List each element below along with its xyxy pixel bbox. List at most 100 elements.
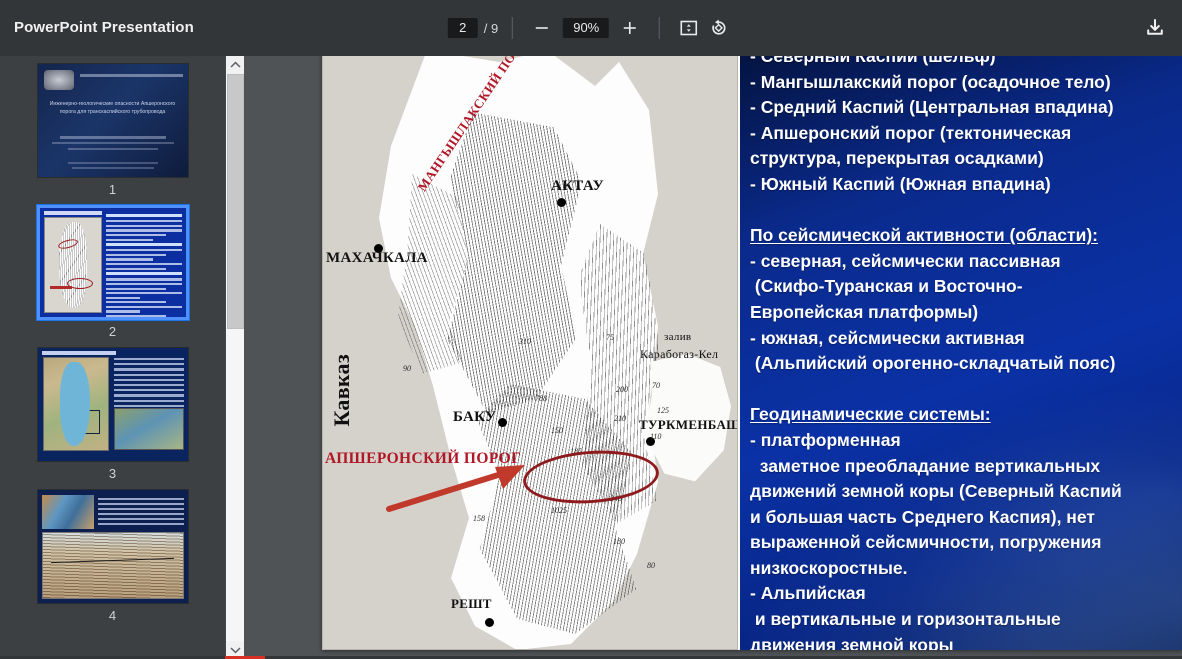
- toolbar-divider-1: [512, 17, 513, 39]
- bullet-line: - платформенная: [750, 428, 1178, 454]
- author-line-2: [52, 142, 174, 144]
- bullet-line: - Северный Каспий (шельф): [750, 56, 1178, 70]
- toolbar-divider-2: [659, 17, 660, 39]
- thumbnail-slide-4[interactable]: 4: [37, 489, 189, 623]
- slide-bullet-list: - Северный Каспий (шельф) - Мангышлакски…: [750, 56, 1178, 650]
- depth-mark: 80: [647, 561, 655, 570]
- depth-mark: 150: [551, 426, 563, 435]
- depth-mark: 125: [657, 406, 669, 415]
- bullet-line: - южная, сейсмически активная: [750, 326, 1178, 352]
- label-kavkaz: Кавказ: [329, 354, 355, 427]
- footer-line-2: [72, 167, 154, 169]
- thumb2-text-column: [106, 214, 182, 313]
- thumbnail-number-4: 4: [37, 608, 189, 623]
- pdf-viewer: Инженерно-геологические опасности Апшеро…: [0, 56, 1182, 659]
- depth-mark: 180: [613, 537, 625, 546]
- toolbar-center-controls: / 9 90%: [448, 0, 734, 56]
- spacer: [750, 198, 1178, 224]
- sidebar-scroll-thumb[interactable]: [227, 74, 244, 329]
- thumb2-line: [106, 292, 182, 294]
- section-heading-seismic: По сейсмической активности (области):: [750, 223, 1178, 249]
- thumb3-title-bar: [42, 351, 116, 355]
- thumb2-map: [44, 217, 102, 313]
- depth-mark: 200: [616, 385, 628, 394]
- sidebar-scroll-track[interactable]: [226, 74, 245, 641]
- thumb3-line: [114, 358, 184, 360]
- thumb3-line: [114, 394, 184, 396]
- thumb2-line: [106, 278, 182, 280]
- thumb2-line: [106, 297, 140, 299]
- thumb2-line: [106, 283, 182, 285]
- slide-map-column: АКТАУ МАХАЧКАЛА БАКУ ТУРКМЕНБАШЫ РЕШТ Ка…: [322, 56, 740, 650]
- depth-mark: 110: [650, 432, 661, 441]
- slide-text-column: - Северный Каспий (шельф) - Мангышлакски…: [740, 56, 1182, 650]
- thumbnail-slide-3[interactable]: 3: [37, 347, 189, 481]
- dot-baku: [498, 418, 507, 427]
- thumb4-seismic-section: [42, 532, 184, 599]
- fit-to-page-button[interactable]: [674, 13, 704, 43]
- thumb2-line: [106, 301, 167, 303]
- depth-mark: 210: [614, 414, 626, 423]
- thumb2-line: [106, 225, 182, 227]
- bullet-line: движения земной коры: [750, 633, 1178, 650]
- thumb2-line: [106, 249, 182, 251]
- thumb2-heading-2: [106, 243, 182, 246]
- thumbnail-number-1: 1: [37, 182, 189, 197]
- thumb2-line: [106, 306, 182, 308]
- author-line-3: [68, 148, 158, 150]
- sidebar-scrollbar[interactable]: [225, 56, 244, 659]
- thumb2-line: [106, 258, 153, 260]
- top-toolbar: PowerPoint Presentation / 9 90%: [0, 0, 1182, 56]
- download-button[interactable]: [1140, 13, 1170, 43]
- depth-mark: 1025: [551, 506, 567, 515]
- bullet-line: - Апшеронский порог (тектоническая: [750, 121, 1178, 147]
- thumbnail-slide-2[interactable]: 2: [37, 205, 189, 339]
- zoom-level-display[interactable]: 90%: [563, 18, 609, 38]
- bullet-line: - Средний Каспий (Центральная впадина): [750, 95, 1178, 121]
- bullet-line: низкоскоростные.: [750, 556, 1178, 582]
- depth-mark: 90: [403, 364, 411, 373]
- page-number-input[interactable]: [448, 18, 478, 38]
- thumb3-line: [114, 379, 184, 381]
- thumbnail-slide-1[interactable]: Инженерно-геологические опасности Апшеро…: [37, 63, 189, 197]
- rotate-icon: [709, 18, 729, 38]
- thumb3-text-column: [114, 358, 184, 410]
- thumb2-line: [106, 315, 167, 317]
- label-bay-zaliv: залив: [664, 331, 691, 343]
- depth-mark: 75: [606, 333, 614, 342]
- label-rasht: РЕШТ: [451, 596, 492, 612]
- thumb2-line: [106, 254, 167, 256]
- thumb2-line: [106, 220, 182, 222]
- footer-line-1: [68, 162, 158, 164]
- bullet-line: - Мангышлакский порог (осадочное тело): [750, 70, 1178, 96]
- thumb4-line: [98, 518, 184, 520]
- bullet-line: движений земной коры (Северный Каспий: [750, 479, 1178, 505]
- thumb3-line: [114, 405, 184, 407]
- minus-icon: [533, 19, 551, 37]
- zoom-out-button[interactable]: [527, 13, 557, 43]
- thumbnail-preview-2: [37, 205, 189, 320]
- thumb2-heading-3: [106, 272, 182, 275]
- thumb2-red-label: [50, 286, 72, 289]
- scroll-up-button[interactable]: [226, 56, 245, 74]
- thumb2-heading-1: [106, 214, 182, 217]
- thumbnail-sidebar[interactable]: Инженерно-геологические опасности Апшеро…: [0, 56, 225, 659]
- thumb4-text-column: [98, 498, 184, 528]
- slide-scroll-area[interactable]: АКТАУ МАХАЧКАЛА БАКУ ТУРКМЕНБАШЫ РЕШТ Ка…: [244, 56, 1182, 659]
- zoom-in-button[interactable]: [615, 13, 645, 43]
- thumbnail-preview-3: [37, 347, 189, 462]
- thumb3-line: [114, 368, 184, 370]
- depth-mark: 70: [652, 381, 660, 390]
- download-icon: [1144, 17, 1166, 39]
- label-baku: БАКУ: [453, 409, 496, 426]
- thumbnail-list: Инженерно-геологические опасности Апшеро…: [0, 56, 225, 631]
- caspian-bathymetry-map: АКТАУ МАХАЧКАЛА БАКУ ТУРКМЕНБАШЫ РЕШТ Ка…: [322, 56, 738, 650]
- chevron-down-icon: [230, 646, 241, 654]
- institute-name-line: [80, 74, 183, 77]
- thumb2-line: [106, 310, 140, 312]
- thumb3-line: [114, 389, 184, 391]
- bullet-line: структура, перекрытая осадками): [750, 146, 1178, 172]
- label-makhachkala: МАХАЧКАЛА: [326, 250, 428, 267]
- rotate-button[interactable]: [704, 13, 734, 43]
- thumb4-line: [98, 498, 184, 500]
